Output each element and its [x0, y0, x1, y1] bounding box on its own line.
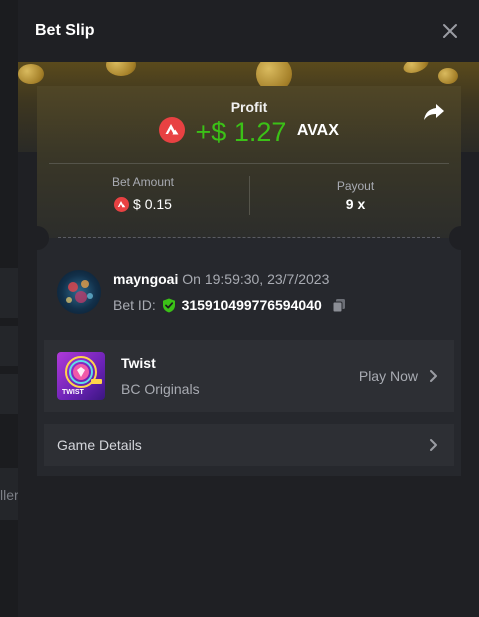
background-page: ller	[0, 0, 18, 617]
game-details-row[interactable]: Game Details	[44, 424, 454, 466]
bet-amount-label: Bet Amount	[111, 175, 175, 189]
game-row[interactable]: TWIST Twist BC Originals Play Now	[44, 340, 454, 412]
avax-icon	[114, 196, 130, 212]
game-thumbnail: TWIST	[57, 352, 105, 400]
game-thumbnail-text: TWIST	[62, 389, 84, 396]
background-row	[0, 374, 18, 414]
decorative-coin	[106, 62, 136, 76]
game-provider: BC Originals	[121, 381, 200, 397]
modal-header: Bet Slip	[18, 0, 479, 62]
username[interactable]: mayngoai	[113, 271, 178, 287]
bet-id-label: Bet ID:	[113, 297, 156, 313]
chevron-right-icon	[430, 370, 437, 382]
profit-row: +$ 1.27 AVAX	[37, 116, 461, 148]
bet-amount-value-row: $ 0.15	[37, 196, 249, 213]
summary-divider	[49, 163, 449, 164]
bet-id-value: 315910499776594040	[181, 297, 322, 313]
avatar[interactable]	[57, 270, 101, 314]
bet-amount-value: $ 0.15	[133, 196, 172, 212]
background-row	[0, 268, 18, 318]
decorative-coin	[401, 62, 431, 77]
copy-icon[interactable]	[332, 298, 346, 313]
modal-title: Bet Slip	[35, 22, 95, 39]
bet-id-line: Bet ID: 315910499776594040	[113, 297, 346, 314]
profit-value: +$ 1.27	[195, 117, 287, 147]
game-details-label: Game Details	[57, 437, 142, 453]
avax-icon	[159, 116, 186, 143]
share-icon[interactable]	[423, 102, 445, 122]
card-summary: Profit +$ 1.27 AVAX Bet Amount $ 0.15 Pa…	[37, 86, 461, 238]
background-clipped-text: ller	[0, 487, 18, 503]
profit-currency: AVAX	[296, 121, 339, 139]
bet-slip-modal: Bet Slip Profit +$ 1.27 AVAX Bet Amount …	[18, 0, 479, 617]
payout-value: 9 x	[345, 196, 366, 212]
user-line: mayngoai On 19:59:30, 23/7/2023	[113, 271, 329, 287]
ticket-notch-right	[449, 226, 461, 250]
decorative-coin	[18, 64, 44, 84]
ticket-perforation	[58, 237, 440, 238]
decorative-coin	[438, 68, 458, 84]
background-row	[0, 326, 18, 366]
close-icon[interactable]	[441, 22, 459, 40]
game-name: Twist	[121, 355, 156, 371]
profit-label: Profit	[230, 99, 268, 115]
payout-label: Payout	[336, 179, 375, 193]
bet-card: Profit +$ 1.27 AVAX Bet Amount $ 0.15 Pa…	[37, 86, 461, 476]
chevron-right-icon	[430, 439, 437, 451]
shield-check-icon	[162, 298, 175, 313]
play-now-link[interactable]: Play Now	[359, 368, 418, 384]
bet-timestamp: On 19:59:30, 23/7/2023	[182, 271, 330, 287]
